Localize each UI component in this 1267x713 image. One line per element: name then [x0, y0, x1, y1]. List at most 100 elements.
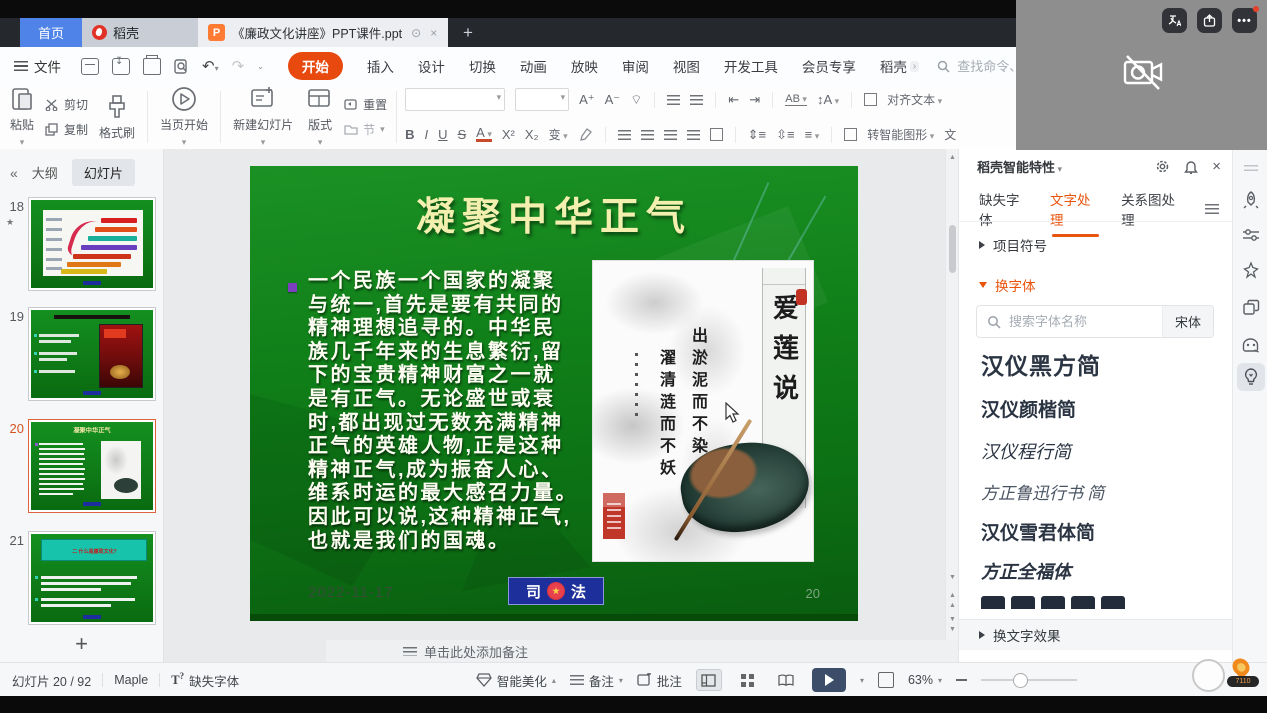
distribute-icon[interactable] — [710, 128, 723, 141]
menu-item-insert[interactable]: 插入 — [367, 56, 394, 76]
section-button[interactable]: 节 — [344, 121, 387, 138]
rocket-icon[interactable] — [1242, 191, 1260, 209]
play-options-icon[interactable]: ▾ — [860, 676, 864, 685]
notes-button[interactable]: 备注 ▾ — [570, 671, 623, 690]
underline-button[interactable]: U — [438, 128, 447, 141]
font-item-5[interactable]: 方正全福体 — [981, 558, 1071, 584]
copy-pages-icon[interactable] — [1242, 299, 1260, 316]
to-smart-graphic-button[interactable]: 转智能图形 — [867, 129, 934, 141]
slide-title[interactable]: 凝聚中华正气 — [250, 186, 858, 242]
font-item-1[interactable]: 汉仪颜楷简 — [981, 395, 1076, 422]
panel-title[interactable]: 稻壳智能特性 — [977, 157, 1062, 176]
missing-font-status[interactable]: T? 缺失字体 — [171, 671, 239, 690]
font-item-4[interactable]: 汉仪雪君体简 — [981, 518, 1095, 545]
decrease-indent-icon[interactable]: ⇤ — [728, 93, 739, 106]
font-search-box[interactable]: 宋体 — [976, 305, 1214, 338]
highlight-pen-icon[interactable] — [578, 128, 593, 141]
sliders-icon[interactable] — [1242, 227, 1260, 243]
cut-button[interactable]: 剪切 — [45, 96, 88, 113]
canvas-scrollbar[interactable]: ▲ ▼ ▲▲ ▼▼ — [945, 149, 959, 640]
bell-icon[interactable] — [1184, 159, 1198, 174]
art-text-icon[interactable]: 变 — [549, 129, 568, 141]
share-icon[interactable] — [1197, 8, 1222, 33]
slide-thumbnail-21[interactable]: 二 什么是廉政文化? — [28, 531, 156, 625]
translate-icon[interactable] — [1162, 8, 1187, 33]
new-tab-button[interactable]: + — [455, 18, 481, 47]
smart-feature-selected[interactable] — [1237, 363, 1265, 391]
menu-item-transition[interactable]: 切换 — [469, 56, 496, 76]
meeting-video-tile[interactable]: ••• — [1016, 0, 1267, 150]
assistant-icon[interactable] — [1241, 337, 1260, 354]
align-center-icon[interactable] — [641, 130, 654, 140]
more-options-icon[interactable]: ••• — [1232, 8, 1257, 33]
menu-item-review[interactable]: 审阅 — [622, 56, 649, 76]
floating-assistant-button[interactable] — [1192, 659, 1225, 692]
undo-icon[interactable]: ↶▾ — [202, 57, 219, 75]
slide-editing-surface[interactable]: 凝聚中华正气 一个民族一个国家的凝聚 与统一,首先是要有共同的 精神理想追寻的。… — [250, 166, 858, 621]
zoom-out-button[interactable] — [956, 679, 967, 681]
menu-item-devtools[interactable]: 开发工具 — [724, 56, 778, 76]
tab-slides[interactable]: 幻灯片 — [72, 159, 135, 186]
bullet-list-icon[interactable] — [667, 95, 680, 105]
reading-view-button[interactable] — [774, 670, 798, 690]
tab-document[interactable]: P 《廉政文化讲座》PPT课件.ppt ⊙ × — [198, 18, 448, 47]
add-slide-button[interactable]: + — [0, 634, 163, 654]
zoom-level[interactable]: 63%▾ — [908, 673, 942, 687]
magic-star-icon[interactable] — [1242, 261, 1260, 279]
paste-button[interactable]: 粘贴 — [7, 86, 37, 148]
comments-button[interactable]: 批注 — [637, 671, 682, 690]
toolbar-more-icon[interactable]: ⌄ — [257, 62, 264, 71]
gear-icon[interactable] — [1155, 159, 1170, 174]
panel-tab-missing-fonts[interactable]: 缺失字体 — [979, 189, 1030, 229]
menu-item-membership[interactable]: 会员专享 — [802, 56, 856, 76]
find-icon[interactable] — [174, 59, 189, 74]
font-search-input[interactable] — [1007, 313, 1162, 330]
menu-item-slideshow[interactable]: 放映 — [571, 56, 598, 76]
font-item-3[interactable]: 方正鲁迅行书 简 — [981, 479, 1104, 504]
font-filter-dropdown[interactable]: 宋体 — [1162, 306, 1213, 337]
font-item-clipped[interactable] — [981, 596, 1131, 609]
lotus-artwork-image[interactable]: 爱莲说 出淤泥而不染 濯清涟而不妖 — [593, 261, 813, 561]
pin-icon[interactable]: ⊙ — [411, 27, 421, 39]
save-icon[interactable] — [81, 58, 99, 75]
numbered-list-icon[interactable] — [690, 95, 703, 105]
font-color-button[interactable]: A — [476, 127, 492, 142]
panel-menu-icon[interactable] — [1205, 204, 1219, 215]
menu-item-docer[interactable]: 稻壳› — [880, 56, 919, 76]
font-item-0[interactable]: 汉仪黑方简 — [981, 347, 1101, 381]
align-left-icon[interactable] — [618, 130, 631, 140]
slide-sorter-button[interactable] — [736, 670, 760, 690]
output-icon[interactable] — [112, 58, 130, 75]
shrink-font-button[interactable]: A⁻ — [605, 93, 621, 106]
italic-button[interactable]: I — [424, 128, 428, 141]
close-panel-icon[interactable]: × — [1212, 158, 1221, 175]
char-border-icon[interactable]: AB — [785, 94, 807, 106]
menu-item-animation[interactable]: 动画 — [520, 56, 547, 76]
tab-outline[interactable]: 大纲 — [32, 163, 58, 182]
layout-button[interactable]: 版式 — [304, 86, 336, 148]
zoom-slider-knob[interactable] — [1013, 673, 1028, 688]
clear-format-icon[interactable]: ⌔ — [630, 93, 642, 106]
theme-name[interactable]: Maple — [114, 673, 148, 687]
menu-item-view[interactable]: 视图 — [673, 56, 700, 76]
font-size-combo[interactable] — [515, 88, 569, 111]
new-slide-button[interactable]: 新建幻灯片 — [230, 86, 296, 148]
text-direction-icon[interactable]: ↕A — [817, 93, 839, 106]
tab-home[interactable]: 首页 — [20, 18, 82, 47]
reset-button[interactable]: 重置 — [344, 96, 387, 113]
redo-icon[interactable]: ↷ — [232, 57, 245, 75]
slide-body-text[interactable]: 一个民族一个国家的凝聚 与统一,首先是要有共同的 精神理想追寻的。中华民 族几千… — [308, 270, 608, 553]
section-bullets[interactable]: 项目符号 — [979, 235, 1047, 255]
smart-beautify-button[interactable]: 智能美化 ▴ — [476, 671, 556, 690]
slide-thumbnail-20[interactable]: 凝聚中华正气 — [28, 419, 156, 513]
align-text-button[interactable]: 对齐文本 — [887, 94, 942, 106]
drag-handle-icon[interactable] — [1244, 165, 1258, 171]
line-spacing-icon[interactable]: ⇕≡ — [748, 128, 766, 141]
para-spacing-icon[interactable]: ⇳≡ — [776, 128, 794, 141]
zoom-slider[interactable] — [981, 679, 1077, 681]
bold-button[interactable]: B — [405, 128, 414, 141]
section-swap-font[interactable]: 换字体 — [979, 275, 1036, 295]
scrollbar-thumb[interactable] — [949, 225, 956, 273]
superscript-button[interactable]: X² — [502, 128, 515, 141]
justify-icon[interactable] — [687, 130, 700, 140]
